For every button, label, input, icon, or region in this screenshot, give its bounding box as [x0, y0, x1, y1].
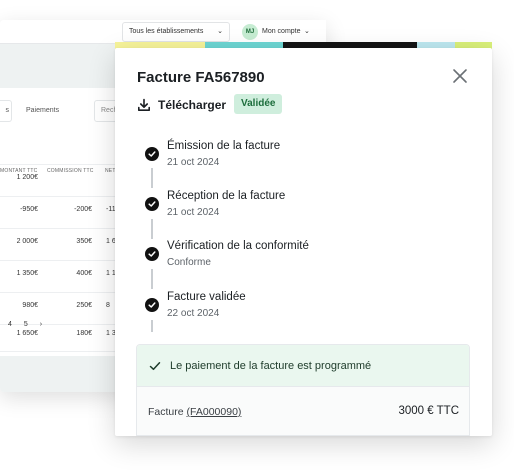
chevron-down-icon: ⌄ — [304, 28, 310, 35]
commission-cell: 400€ — [76, 270, 92, 277]
commission-cell: 250€ — [76, 302, 92, 309]
step-title: Vérification de la conformité — [167, 240, 309, 252]
step-subtitle: 22 oct 2024 — [167, 308, 220, 319]
page-link[interactable]: 4 — [8, 321, 12, 328]
app-top-bar: Tous les établissements ⌄ MJ Mon compte … — [0, 20, 326, 44]
step-title: Facture validée — [167, 291, 246, 303]
payment-amount: 3000 € TTC — [398, 405, 459, 417]
amount-cell: 1 350€ — [16, 270, 38, 277]
amount-cell: 2 000€ — [16, 238, 38, 245]
timeline-step: Réception de la facture 21 oct 2024 — [143, 190, 463, 226]
payment-banner-text: Le paiement de la facture est programmé — [170, 359, 372, 372]
account-menu-button[interactable]: MJ Mon compte ⌄ — [238, 22, 324, 42]
timeline-step: Facture validée 22 oct 2024 — [143, 291, 463, 327]
step-subtitle: Conforme — [167, 257, 211, 268]
payment-row: Facture (FA000090) 3000 € TTC — [137, 387, 469, 435]
payment-summary: Le paiement de la facture est programmé … — [136, 344, 470, 436]
account-label: Mon compte — [262, 28, 301, 35]
step-title: Réception de la facture — [167, 190, 286, 202]
step-title: Émission de la facture — [167, 140, 281, 152]
timeline-step: Vérification de la conformité Conforme — [143, 240, 463, 276]
check-circle-icon — [145, 247, 159, 261]
commission-cell: -200€ — [74, 206, 92, 213]
step-subtitle: 21 oct 2024 — [167, 207, 220, 218]
check-circle-icon — [145, 197, 159, 211]
check-circle-icon — [145, 147, 159, 161]
amount-cell: 980€ — [22, 302, 38, 309]
tab-label: s — [5, 107, 10, 114]
amount-cell: 1 200€ — [16, 174, 38, 181]
next-page-link[interactable]: › — [40, 321, 42, 328]
close-icon — [453, 69, 467, 83]
amount-cell: 1 650€ — [16, 330, 38, 337]
payment-row-label: Facture (FA000090) — [148, 406, 241, 418]
check-circle-icon — [145, 298, 159, 312]
timeline-step: Émission de la facture 21 oct 2024 — [143, 140, 463, 176]
status-badge: Validée — [234, 94, 283, 114]
payment-scheduled-banner: Le paiement de la facture est programmé — [137, 345, 469, 387]
commission-cell: 180€ — [76, 330, 92, 337]
establishment-select-value: Tous les établissements — [129, 28, 204, 35]
invoice-title: Facture FA567890 — [137, 69, 265, 86]
tab-label: Paiements — [26, 107, 60, 114]
download-icon — [138, 98, 150, 111]
page-link[interactable]: 5 — [24, 321, 28, 328]
close-button[interactable] — [451, 67, 469, 85]
amount-cell: -950€ — [20, 206, 38, 213]
download-button[interactable]: Télécharger — [137, 94, 226, 116]
avatar: MJ — [242, 24, 258, 40]
step-subtitle: 21 oct 2024 — [167, 157, 220, 168]
download-label: Télécharger — [158, 98, 227, 112]
commission-cell: 350€ — [76, 238, 92, 245]
net-cell: 8 — [106, 302, 110, 309]
invoice-label: Facture — [148, 406, 184, 418]
invoice-detail-panel: Facture FA567890 Télécharger Validée Émi… — [115, 48, 492, 436]
tab-payments[interactable]: Paiements — [26, 100, 59, 122]
establishment-select[interactable]: Tous les établissements ⌄ — [122, 22, 230, 42]
invoice-timeline: Émission de la facture 21 oct 2024 Récep… — [143, 140, 463, 332]
tab-previous[interactable]: s — [0, 100, 12, 122]
invoice-ref-link[interactable]: (FA000090) — [187, 406, 242, 418]
check-icon — [149, 361, 161, 370]
chevron-down-icon: ⌄ — [217, 28, 223, 35]
pagination: 4 5 › — [8, 321, 52, 328]
